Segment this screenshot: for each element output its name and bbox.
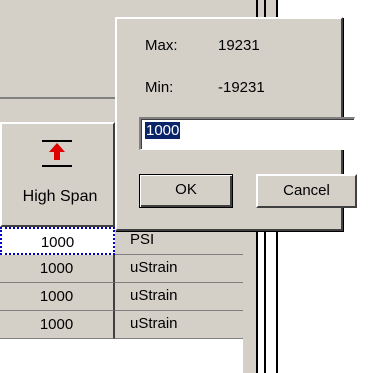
column-header-label: High Span (22, 188, 98, 205)
max-value: 19231 (218, 37, 260, 54)
table-cell-value[interactable]: 1000 (0, 283, 115, 311)
cancel-button[interactable]: Cancel (256, 174, 357, 208)
min-value: -19231 (218, 79, 265, 96)
value-input[interactable]: 1000 (139, 117, 355, 150)
table-cell-value[interactable]: 1000 (0, 311, 115, 339)
high-span-arrow-icon (42, 140, 72, 167)
table-cell-unit[interactable]: PSI (115, 227, 243, 255)
value-entry-dialog: Max: 19231 Min: -19231 1000 OK Cancel (115, 17, 357, 231)
table-cell-unit[interactable]: uStrain (115, 283, 243, 311)
min-label: Min: (145, 79, 174, 96)
ok-button[interactable]: OK (139, 174, 233, 208)
row-filler (243, 227, 256, 373)
table-cell-unit[interactable]: uStrain (115, 255, 243, 283)
table-cell-unit[interactable]: uStrain (115, 311, 243, 339)
max-label: Max: (145, 37, 178, 54)
value-input-text: 1000 (145, 122, 181, 139)
table-cell-value[interactable]: 1000 (0, 227, 115, 255)
table-cell-value[interactable]: 1000 (0, 255, 115, 283)
